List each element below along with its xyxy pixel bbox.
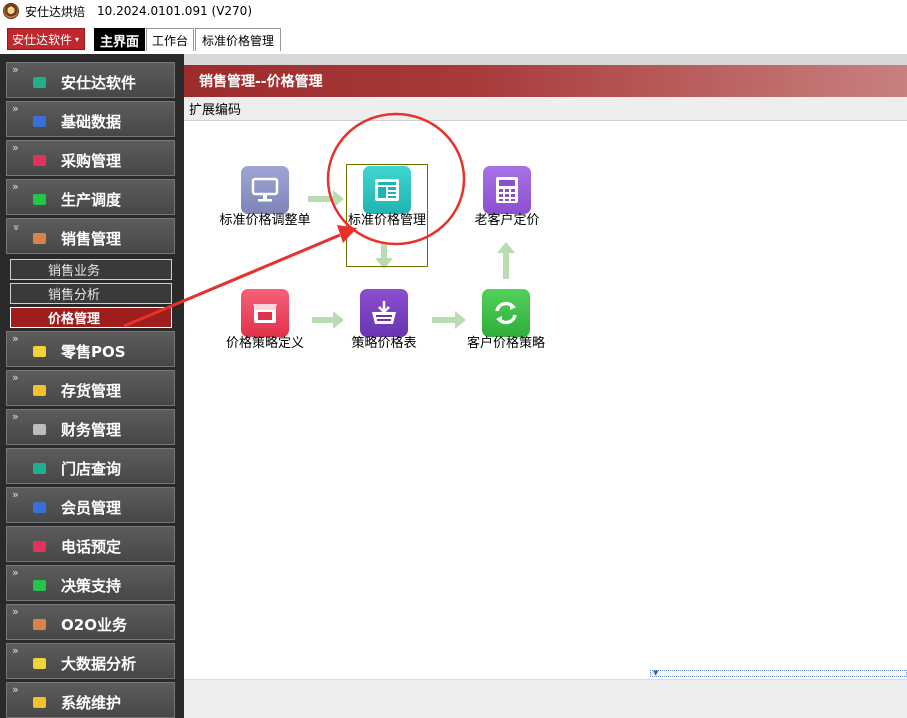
sidebar-item-label: 存货管理	[61, 382, 122, 400]
app-version: 10.2024.0101.091 (V270)	[97, 4, 253, 18]
sales-icon	[33, 233, 46, 244]
company-dropdown[interactable]: 安仕达软件 ▾	[7, 28, 85, 50]
chevron-down-icon: ▾	[75, 34, 80, 44]
company-dropdown-label: 安仕达软件	[12, 32, 73, 47]
double-chevron-icon: »	[12, 410, 19, 423]
double-chevron-icon: »	[12, 102, 19, 115]
scroll-arrow-icon: ▼	[653, 669, 659, 677]
double-chevron-icon: »	[12, 683, 19, 696]
finance-icon	[33, 424, 46, 435]
sidebar-item-member[interactable]: » 会员管理	[6, 487, 175, 523]
extension-code-label: 扩展编码	[189, 103, 242, 118]
sidebar-subitem-price-management[interactable]: 价格管理	[10, 307, 172, 328]
sidebar-item-o2o[interactable]: » O2O业务	[6, 604, 175, 640]
sidebar-item-retail-pos[interactable]: » 零售POS	[6, 331, 175, 367]
sidebar-item-label: 电话预定	[61, 538, 122, 556]
sidebar-item-label: 系统维护	[61, 694, 122, 712]
grid-icon	[33, 77, 46, 88]
sidebar-item-sales[interactable]: » 销售管理	[6, 218, 175, 254]
double-chevron-icon: »	[12, 488, 19, 501]
sidebar-subitem-sales-analysis[interactable]: 销售分析	[10, 283, 172, 304]
double-chevron-icon: »	[12, 63, 19, 76]
bigdata-icon	[33, 658, 46, 669]
sidebar-item-label: 财务管理	[61, 421, 122, 439]
sidebar-item-label: 销售管理	[61, 230, 122, 248]
node-label: 策略价格表	[351, 336, 417, 351]
decision-icon	[33, 580, 46, 591]
extension-bar: 扩展编码	[184, 97, 907, 121]
double-chevron-icon: »	[12, 644, 19, 657]
member-icon	[33, 502, 46, 513]
node-label: 标准价格管理	[347, 213, 426, 228]
basket-icon	[360, 289, 408, 337]
sidebar: » 安仕达软件 » 基础数据 » 采购管理 » 生产调度 » 销售管理 销售业务…	[0, 54, 184, 718]
shop-icon	[241, 289, 289, 337]
sidebar-item-purchase[interactable]: » 采购管理	[6, 140, 175, 176]
app-logo-icon	[3, 3, 19, 19]
calculator-icon	[483, 166, 531, 214]
sidebar-item-store-query[interactable]: 门店查询	[6, 448, 175, 484]
pos-icon	[33, 346, 46, 357]
double-chevron-icon: »	[12, 332, 19, 345]
panel-title: 销售管理--价格管理	[184, 65, 907, 97]
sidebar-item-production[interactable]: » 生产调度	[6, 179, 175, 215]
tab-standard-price[interactable]: 标准价格管理	[195, 28, 281, 51]
tab-workbench[interactable]: 工作台	[146, 28, 194, 51]
sidebar-item-anshida[interactable]: » 安仕达软件	[6, 62, 175, 98]
sidebar-item-label: 大数据分析	[61, 655, 137, 673]
sidebar-item-bigdata[interactable]: » 大数据分析	[6, 643, 175, 679]
sidebar-item-label: O2O业务	[61, 616, 127, 634]
double-chevron-down-icon: »	[9, 224, 23, 231]
main-top-strip	[184, 54, 907, 65]
sidebar-item-decision[interactable]: » 决策支持	[6, 565, 175, 601]
sidebar-item-label: 决策支持	[61, 577, 122, 595]
double-chevron-icon: »	[12, 605, 19, 618]
sidebar-item-label: 会员管理	[61, 499, 122, 517]
o2o-icon	[33, 619, 46, 630]
sidebar-item-phone-booking[interactable]: 电话预定	[6, 526, 175, 562]
double-chevron-icon: »	[12, 141, 19, 154]
node-label: 价格策略定义	[225, 336, 304, 351]
sidebar-item-label: 门店查询	[61, 460, 122, 478]
sidebar-item-label: 基础数据	[61, 113, 122, 131]
node-label: 标准价格调整单	[219, 213, 311, 228]
sidebar-item-label: 生产调度	[61, 191, 122, 209]
settings-icon	[33, 697, 46, 708]
sidebar-item-finance[interactable]: » 财务管理	[6, 409, 175, 445]
cart-icon	[33, 155, 46, 166]
app-name: 安仕达烘焙	[25, 4, 86, 19]
flow-arrow-right	[432, 311, 466, 329]
flow-arrow-right	[308, 190, 344, 208]
refresh-icon	[482, 289, 530, 337]
tab-bar: 安仕达软件 ▾ 主界面 工作台 标准价格管理	[0, 22, 907, 76]
main-panel: 销售管理--价格管理 扩展编码 标准价格调整单 标准价格管理 老客户定价 价格策…	[184, 54, 907, 718]
bottom-status-bar	[184, 679, 907, 718]
store-icon	[33, 463, 46, 474]
sidebar-item-label: 采购管理	[61, 152, 122, 170]
sidebar-item-inventory[interactable]: » 存货管理	[6, 370, 175, 406]
node-label: 客户价格策略	[466, 336, 545, 351]
sidebar-item-label: 零售POS	[61, 343, 126, 361]
inventory-icon	[33, 385, 46, 396]
double-chevron-icon: »	[12, 371, 19, 384]
flow-arrow-up	[497, 242, 515, 279]
phone-icon	[33, 541, 46, 552]
double-chevron-icon: »	[12, 180, 19, 193]
sidebar-subitem-sales-business[interactable]: 销售业务	[10, 259, 172, 280]
node-label: 老客户定价	[474, 213, 540, 228]
title-bar: 安仕达烘焙 10.2024.0101.091 (V270)	[0, 0, 907, 22]
workflow-canvas: 标准价格调整单 标准价格管理 老客户定价 价格策略定义 策略价格表 客户价格策略	[184, 121, 907, 674]
sidebar-item-label: 安仕达软件	[61, 74, 137, 92]
tab-main[interactable]: 主界面	[94, 28, 145, 51]
layout-icon	[363, 166, 411, 214]
factory-icon	[33, 194, 46, 205]
flow-arrow-right	[312, 311, 344, 329]
database-icon	[33, 116, 46, 127]
double-chevron-icon: »	[12, 566, 19, 579]
horizontal-scrollbar[interactable]: ▼	[650, 669, 907, 677]
sidebar-item-basic-data[interactable]: » 基础数据	[6, 101, 175, 137]
sidebar-item-system[interactable]: » 系统维护	[6, 682, 175, 718]
monitor-icon	[241, 166, 289, 214]
